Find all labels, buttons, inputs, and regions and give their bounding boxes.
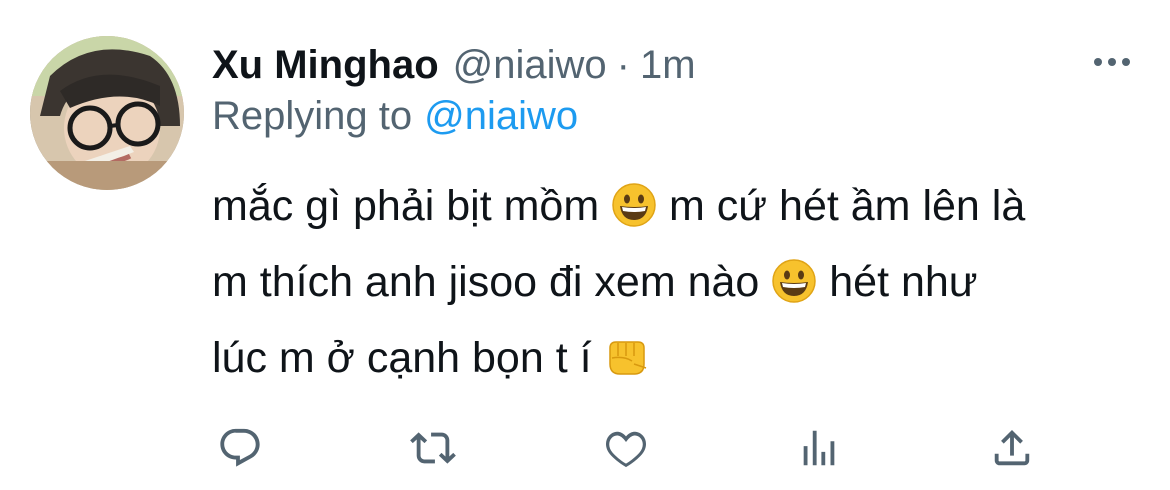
reply-icon [220, 428, 260, 467]
tweet-text-segment: hét như [817, 258, 978, 306]
timestamp[interactable]: 1m [640, 43, 696, 88]
tweet-line-3: lúc m ở cạnh bọn t í [212, 324, 1142, 400]
reply-button[interactable] [212, 420, 268, 476]
oncoming-fist-emoji-icon [604, 332, 650, 400]
like-button[interactable] [598, 420, 654, 476]
grinning-face-emoji-icon [611, 180, 657, 248]
tweet-text-segment: mắc gì phải bịt mồm [212, 182, 612, 230]
tweet-text: mắc gì phải bịt mồm m cứ hét ầm lên là m… [212, 172, 1142, 400]
display-name[interactable]: Xu Minghao [212, 43, 439, 88]
grinning-face-emoji-icon [771, 256, 817, 324]
tweet-text-segment: m thích anh jisoo đi xem nào [212, 258, 772, 306]
tweet-text-segment: lúc m ở cạnh bọn t í [212, 334, 604, 382]
separator-dot: · [616, 42, 630, 87]
tweet-header: Xu Minghao @niaiwo · 1m [212, 40, 696, 90]
replying-to: Replying to @niaiwo [212, 94, 578, 139]
tweet-actions [212, 420, 1042, 476]
analytics-button[interactable] [791, 420, 847, 476]
user-handle[interactable]: @niaiwo [453, 43, 607, 88]
retweet-icon [410, 432, 456, 464]
analytics-icon [803, 430, 835, 466]
like-icon [605, 431, 647, 468]
retweet-button[interactable] [405, 420, 461, 476]
avatar[interactable] [30, 36, 184, 190]
avatar-image [30, 36, 184, 190]
tweet-line-1: mắc gì phải bịt mồm m cứ hét ầm lên là [212, 172, 1142, 248]
replying-to-label: Replying to [212, 94, 413, 138]
share-button[interactable] [984, 420, 1040, 476]
tweet-text-segment: m cứ hét ầm lên là [657, 182, 1026, 230]
share-icon [994, 429, 1030, 466]
more-options-icon[interactable] [1082, 44, 1142, 80]
reply-mention-link[interactable]: @niaiwo [424, 94, 578, 138]
tweet[interactable]: Xu Minghao @niaiwo · 1m Replying to @niai… [0, 0, 1170, 490]
tweet-line-2: m thích anh jisoo đi xem nào hét như [212, 248, 1142, 324]
